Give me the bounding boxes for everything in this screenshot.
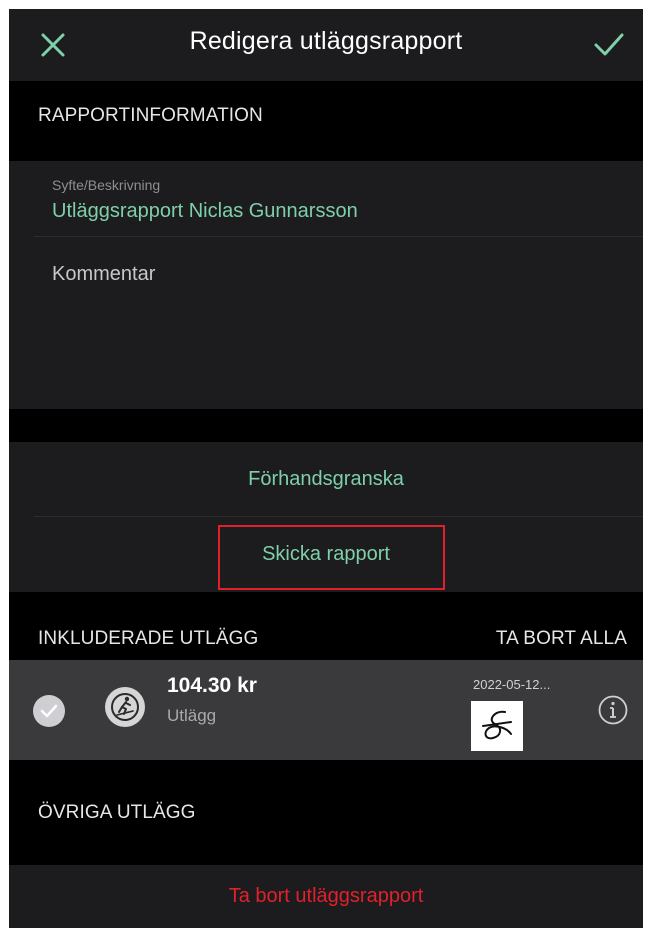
- comment-placeholder: Kommentar: [52, 263, 156, 285]
- section-header-report-info: RAPPORTINFORMATION: [9, 81, 643, 161]
- expense-info-button[interactable]: [595, 692, 631, 728]
- purpose-label: Syfte/Beskrivning: [52, 177, 161, 193]
- cross-country-skiing-icon: [111, 693, 139, 721]
- section-header-included-expenses: INKLUDERADE UTLÄGG TA BORT ALLA: [9, 592, 643, 660]
- purpose-value[interactable]: Utläggsrapport Niclas Gunnarsson: [52, 200, 358, 223]
- expense-date: 2022-05-12...: [473, 677, 551, 692]
- expense-type: Utlägg: [167, 706, 217, 725]
- info-icon: [598, 695, 628, 725]
- category-badge: [105, 687, 145, 727]
- receipt-thumbnail[interactable]: [471, 701, 523, 751]
- close-button[interactable]: [33, 25, 73, 65]
- section-title-included-expenses: INKLUDERADE UTLÄGG: [38, 628, 259, 649]
- section-title-other-expenses: ÖVRIGA UTLÄGG: [38, 802, 196, 823]
- preview-button[interactable]: Förhandsgranska: [9, 442, 643, 516]
- delete-report-button[interactable]: Ta bort utläggsrapport: [9, 865, 643, 928]
- close-icon: [41, 33, 65, 57]
- remove-all-button[interactable]: TA BORT ALLA: [496, 628, 627, 650]
- report-actions-card: Förhandsgranska Skicka rapport: [9, 442, 643, 592]
- send-report-button[interactable]: Skicka rapport: [9, 517, 643, 591]
- section-title-report-info: RAPPORTINFORMATION: [38, 105, 263, 126]
- section-header-other-expenses: ÖVRIGA UTLÄGG: [9, 760, 643, 865]
- app-screen: Redigera utläggsrapport RAPPORTINFORMATI…: [9, 9, 643, 928]
- page-title: Redigera utläggsrapport: [189, 27, 463, 55]
- checkmark-icon: [594, 33, 624, 56]
- checkmark-icon: [40, 704, 58, 718]
- nav-bar: Redigera utläggsrapport: [9, 9, 643, 81]
- comment-field[interactable]: Kommentar: [34, 237, 643, 409]
- report-info-card: Syfte/Beskrivning Utläggsrapport Niclas …: [9, 161, 643, 409]
- expense-amount: 104.30 kr: [167, 674, 257, 697]
- purpose-field[interactable]: Syfte/Beskrivning Utläggsrapport Niclas …: [34, 161, 643, 237]
- save-button[interactable]: [589, 25, 629, 65]
- selected-checkbox[interactable]: [33, 695, 65, 727]
- expense-row[interactable]: 104.30 kr Utlägg 2022-05-12...: [9, 660, 643, 760]
- receipt-image-icon: [482, 710, 512, 740]
